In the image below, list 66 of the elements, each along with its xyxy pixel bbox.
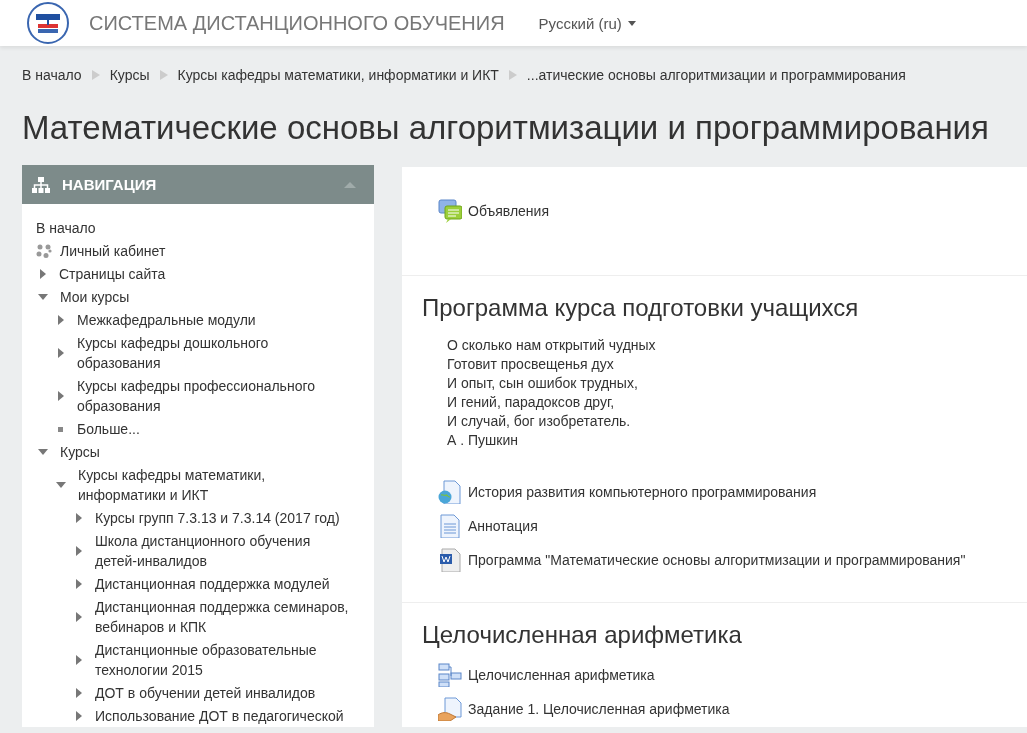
collapsed-arrow-icon[interactable] [76,579,82,589]
collapsed-arrow-icon[interactable] [76,688,82,698]
tree-item[interactable]: Больше... [77,419,140,439]
bullet-icon [58,426,63,432]
activity-link[interactable]: Объявления [468,203,549,219]
tree-item[interactable]: Мои курсы [60,287,130,307]
collapsed-arrow-icon[interactable] [58,348,64,358]
breadcrumb-link[interactable]: ...атические основы алгоритмизации и программирования [526,67,906,83]
collapsed-arrow-icon[interactable] [58,391,64,401]
sitemap-icon [32,176,50,193]
activity-link[interactable]: Целочисленная арифметика [468,667,655,683]
page-title: Математические основы алгоритмизации и программирования [22,109,990,147]
expanded-arrow-icon[interactable] [38,294,48,300]
language-menu[interactable]: Русский (ru) [534,10,640,36]
globe-document-icon[interactable] [438,480,462,504]
tree-item[interactable]: Межкафедральные модули [77,310,256,330]
collapsed-arrow-icon[interactable] [40,269,46,279]
tree-item[interactable]: Курсы [60,442,100,462]
expanded-arrow-icon[interactable] [38,449,48,455]
collapsed-arrow-icon[interactable] [58,315,64,325]
tree-item[interactable]: Дистанционная поддержка семинаров, вебинаров и КПК [95,597,354,637]
caret-icon [627,20,636,26]
activity-link[interactable]: Программа "Математические основы алгоритмизации и программирования" [468,552,966,568]
tree-item[interactable]: Курсы кафедры математики, информатики и ИКТ [78,465,354,505]
tree-item[interactable]: Дистанционная поддержка модулей [95,574,330,594]
tree-item[interactable]: Курсы кафедры профессионального образования [77,376,354,416]
tree-item[interactable]: Использование ДОТ в педагогической [95,706,344,726]
tree-item[interactable]: Школа дистанционного обучения детей-инвалидов [95,531,354,571]
tree-item[interactable]: Курсы кафедры дошкольного образования [77,333,354,373]
poem-line: А . Пушкин [447,431,519,450]
separator-icon [91,70,100,80]
tree-item[interactable]: Дистанционные образовательные технологии 2015 [95,640,354,680]
expanded-arrow-icon[interactable] [56,482,66,488]
collapsed-arrow-icon[interactable] [76,513,82,523]
site-title[interactable]: СИСТЕМА ДИСТАНЦИОННОГО ОБУЧЕНИЯ [89,11,505,35]
word-document-icon[interactable] [438,548,462,572]
tree-item[interactable]: Личный кабинет [60,241,166,261]
collapsed-arrow-icon[interactable] [76,655,82,665]
breadcrumb-link[interactable]: Курсы кафедры математики, информатики и ИКТ [177,67,499,83]
collapsed-arrow-icon[interactable] [76,612,82,622]
separator-icon [159,70,168,80]
collapsed-arrow-icon[interactable] [76,711,82,721]
block-title: НАВИГАЦИЯ [62,176,158,193]
poem-line: О сколько нам открытий чудных [447,336,657,355]
poem-line: И опыт, сын ошибок трудных, [447,374,639,393]
poem-line: И гений, парадоксов друг, [447,393,616,412]
collapsed-arrow-icon[interactable] [76,546,82,556]
poem-line: И случай, бог изобретатель. [447,412,632,431]
logo-icon[interactable] [27,2,69,44]
hand-document-icon[interactable] [438,697,462,721]
poem-line: Готовит просвещенья дух [447,355,615,374]
tree-item[interactable]: ДОТ в обучении детей инвалидов [95,683,316,703]
tree-item[interactable]: Курсы групп 7.3.13 и 7.3.14 (2017 год) [95,508,340,528]
activity-link[interactable]: История развития компьютерного программирования [468,484,817,500]
breadcrumb-link[interactable]: Курсы [109,67,150,83]
tree-item[interactable]: В начало [36,218,96,238]
activity-link[interactable]: Аннотация [468,518,538,534]
chat-bubbles-icon[interactable] [438,199,462,223]
section-title: Целочисленная арифметика [422,620,743,650]
section-title: Программа курса подготовки учащихся [422,293,860,323]
separator-icon [508,70,517,80]
nodes-icon [36,244,52,258]
breadcrumb-link[interactable]: В начало [22,67,82,83]
hierarchy-icon[interactable] [438,663,462,687]
activity-link[interactable]: Задание 1. Целочисленная арифметика [468,701,730,717]
tree-item[interactable]: Страницы сайта [59,264,166,284]
